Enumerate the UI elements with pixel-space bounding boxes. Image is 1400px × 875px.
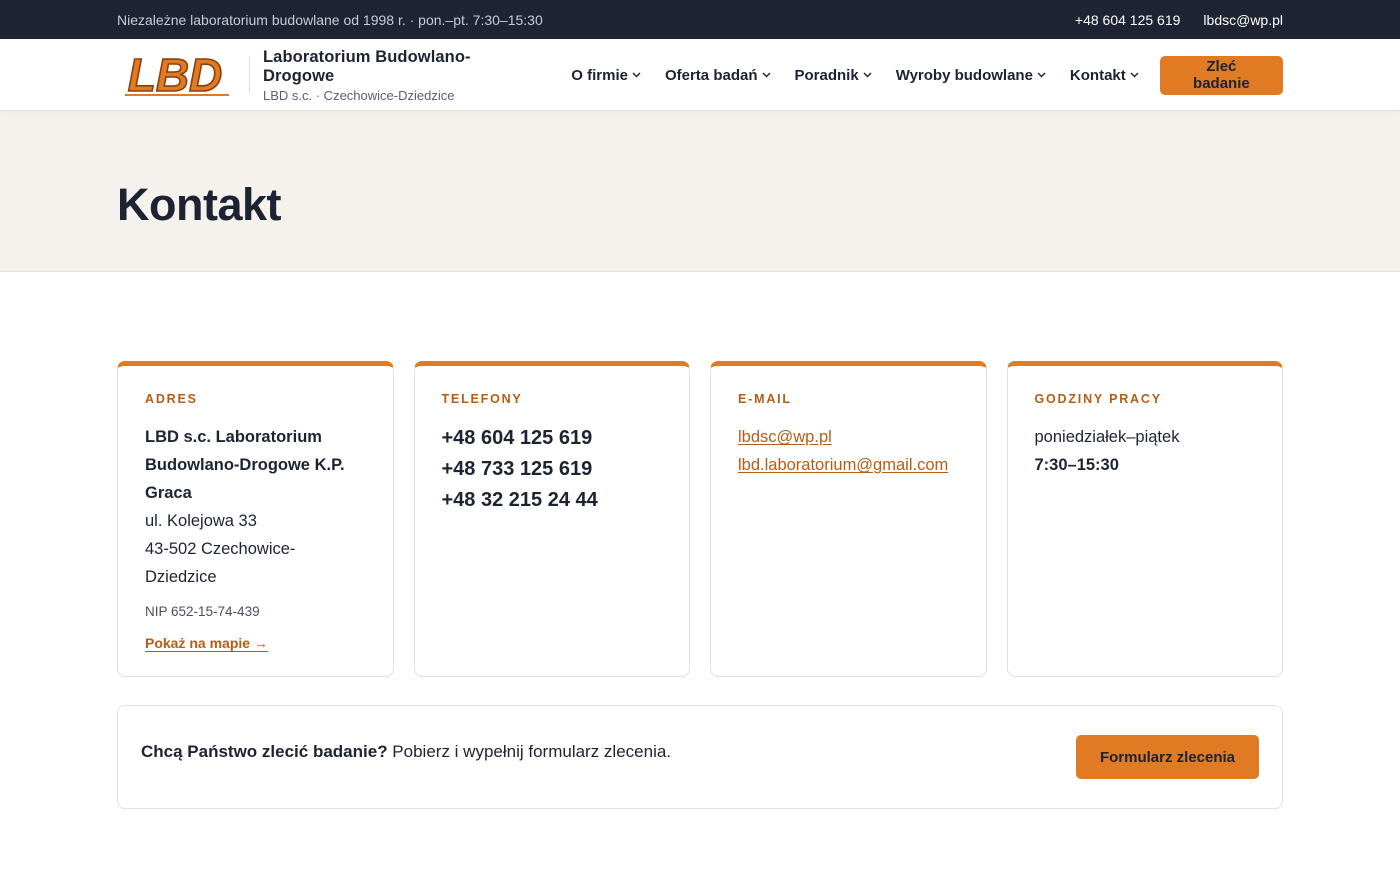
email-card-label: E-MAIL [738,392,792,406]
nip-number: NIP 652-15-74-439 [145,604,260,619]
chevron-down-icon [1130,72,1139,78]
email-card: E-MAIL lbdsc@wp.pl lbd.laboratorium@gmai… [710,361,987,677]
phones-card: TELEFONY +48 604 125 619 +48 733 125 619… [413,361,690,677]
cta-question: Chcą Państwo zlecić badanie? [141,741,388,761]
email-link[interactable]: lbd.laboratorium@gmail.com [738,451,959,479]
contact-cards: ADRES LBD s.c. Laboratorium Budowlano-Dr… [117,361,1283,677]
lbd-logo-icon: LBD [125,51,229,99]
company-name: LBD s.c. Laboratorium Budowlano-Drogowe … [145,428,345,502]
nav-label: Kontakt [1069,66,1126,84]
brand-divider [249,57,250,93]
order-test-button[interactable]: Zleć badanie [1159,55,1283,95]
order-form-button[interactable]: Formularz zlecenia [1076,735,1259,779]
topbar-phone-link[interactable]: +48 604 125 619 [1075,12,1181,28]
main-nav: O firmie Oferta badań Poradnik Wyroby bu… [571,55,1283,95]
hours-card: GODZINY PRACY poniedziałek–piątek 7:30–1… [1006,361,1283,677]
cta-description: Pobierz i wypełnij formularz zlecenia. [387,741,672,761]
site-header: LBD Laboratorium Budowlano-Drogowe LBD s… [0,39,1400,111]
top-info-bar: Niezależne laboratorium budowlane od 199… [0,0,1400,39]
address-card-label: ADRES [145,392,198,406]
page-title: Kontakt [117,179,282,230]
topbar-email-link[interactable]: lbdsc@wp.pl [1203,12,1283,28]
working-hours: 7:30–15:30 [1034,456,1119,474]
phone-link[interactable]: +48 733 125 619 [442,454,663,485]
hours-card-label: GODZINY PRACY [1034,392,1162,406]
nav-item-wyroby-budowlane[interactable]: Wyroby budowlane [896,67,1046,84]
nav-item-poradnik[interactable]: Poradnik [795,67,872,84]
nav-item-o-firmie[interactable]: O firmie [571,67,641,84]
phone-link[interactable]: +48 604 125 619 [442,423,663,454]
cta-text: Chcą Państwo zlecić badanie? Pobierz i w… [141,742,671,762]
nav-item-kontakt[interactable]: Kontakt [1070,67,1139,84]
topbar-tagline: Niezależne laboratorium budowlane od 199… [117,11,543,28]
show-on-map-link[interactable]: Pokaż na mapie → [145,635,268,651]
page-hero: Kontakt [0,111,1400,272]
brand-subtitle: LBD s.c. · Czechowice-Dziedzice [263,87,455,103]
topbar-contacts: +48 604 125 619 lbdsc@wp.pl [1075,12,1283,28]
brand-text: Laboratorium Budowlano-Drogowe LBD s.c. … [263,48,541,103]
chevron-down-icon [632,72,641,78]
nav-label: Poradnik [794,66,859,84]
nav-label: O firmie [571,66,628,84]
brand-title: Laboratorium Budowlano-Drogowe [263,47,471,85]
nav-label: Wyroby budowlane [895,66,1033,84]
address-card: ADRES LBD s.c. Laboratorium Budowlano-Dr… [117,361,394,677]
street-address: ul. Kolejowa 33 [145,512,257,530]
chevron-down-icon [762,72,771,78]
working-days: poniedziałek–piątek [1034,428,1180,446]
phones-card-label: TELEFONY [441,392,523,406]
phone-link[interactable]: +48 32 215 24 44 [442,485,663,516]
nav-label: Oferta badań [664,66,758,84]
lbd-logo[interactable]: LBD [117,51,233,99]
nav-item-oferta-badan[interactable]: Oferta badań [665,67,771,84]
order-cta-banner: Chcą Państwo zlecić badanie? Pobierz i w… [117,705,1283,809]
city-address: 43-502 Czechowice-Dziedzice [145,540,296,586]
chevron-down-icon [863,72,872,78]
chevron-down-icon [1037,72,1046,78]
svg-text:LBD: LBD [128,51,223,99]
email-link[interactable]: lbdsc@wp.pl [738,423,959,451]
